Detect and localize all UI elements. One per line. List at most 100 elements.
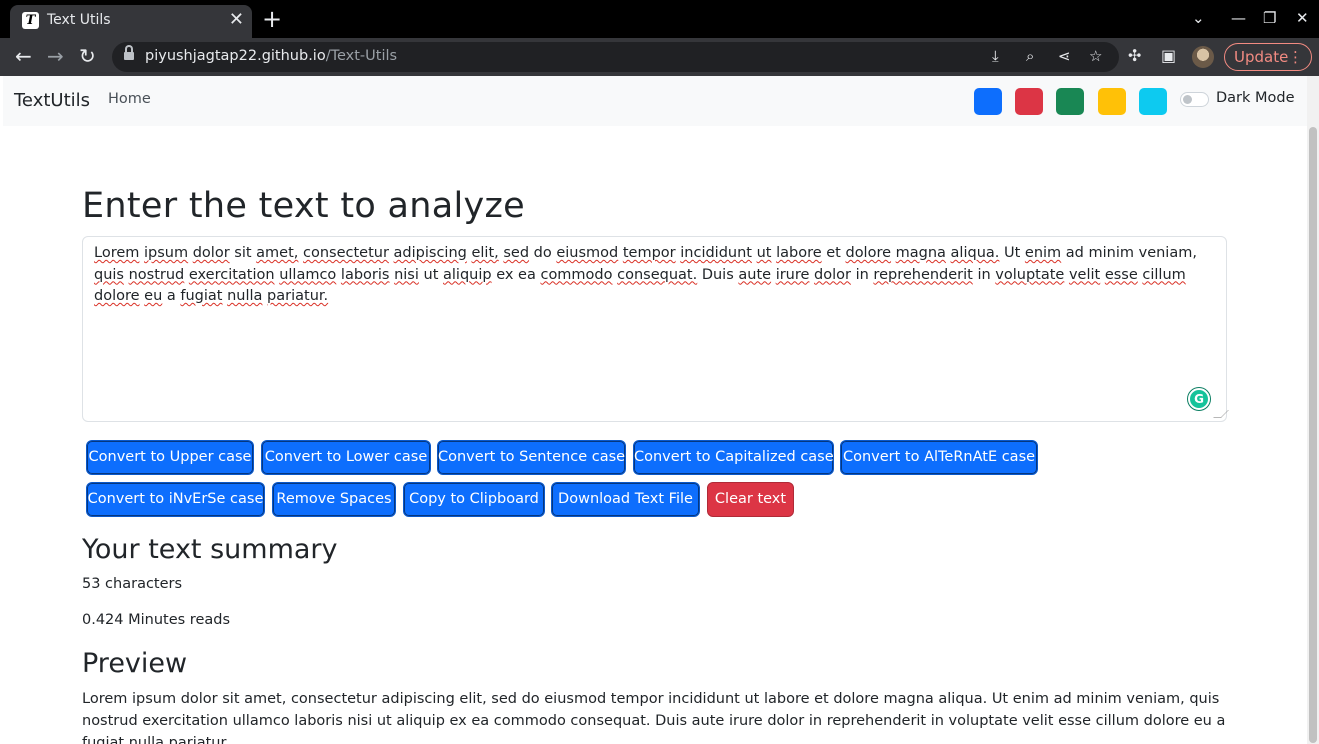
textarea-word: ex [496,266,514,283]
textarea-word: amet, [256,245,299,261]
textarea-word: quis [94,266,124,283]
tab-search-icon[interactable]: ⌄ [1192,8,1205,28]
textarea-word: laboris [340,266,390,283]
textarea-word: in [855,266,869,283]
theme-swatch-cyan[interactable] [1139,88,1167,115]
textarea-word: tempor [622,245,676,261]
textarea-word: minim [1088,245,1135,261]
textarea-word: voluptate [995,266,1065,283]
inverse-case-button[interactable]: Convert to iNvErSe case [86,482,265,517]
tab-title: Text Utils [47,12,111,28]
textarea-word: Ut [1004,245,1021,261]
textarea-word: enim [1024,245,1062,261]
textarea-word: eiusmod [556,245,619,261]
favicon-icon: T [22,12,39,29]
download-file-button[interactable]: Download Text File [551,482,700,517]
textarea-word: consequat. [617,266,698,283]
textarea-word: elit, [471,245,499,261]
textarea-word: magna [895,245,946,261]
textarea-word: sed [503,245,530,261]
alternate-case-button[interactable]: Convert to AlTeRnAtE case [840,440,1038,475]
url-text: piyushjagtap22.github.io/Text-Utils [145,48,398,64]
clear-text-button[interactable]: Clear text [707,482,794,517]
read-time: 0.424 Minutes reads [82,612,231,628]
textarea-word: incididunt [680,245,752,261]
install-icon[interactable]: ⤓ [992,47,999,65]
textarea-word: esse [1104,266,1138,283]
textarea-word: aliqua. [950,245,1000,261]
textarea-word: nostrud [128,266,185,283]
zoom-icon[interactable]: ⌕ [1026,47,1034,65]
close-window-button[interactable]: ✕ [1296,8,1309,28]
back-arrow-icon[interactable]: ← [15,45,32,67]
textarea-word: sit [234,245,252,261]
character-count: 53 characters [82,576,183,592]
textarea-word: adipiscing [393,245,467,261]
text-input[interactable]: Lorem ipsum dolor sit amet, consectetur … [82,236,1227,422]
close-tab-icon[interactable]: ✕ [229,9,244,31]
textarea-word: ut [756,245,772,261]
textarea-word: in [977,266,991,283]
share-icon[interactable]: ⋖ [1058,47,1071,65]
extensions-icon[interactable]: ✣ [1128,46,1141,65]
textarea-word: dolore [94,288,140,304]
toggle-knob [1183,95,1192,104]
new-tab-button[interactable]: + [262,6,282,32]
textarea-word: irure [775,266,810,283]
page-viewport: TextUtils Home Dark Mode Enter the text … [3,76,1307,744]
theme-swatch-blue[interactable] [974,88,1002,115]
textarea-word: Duis [701,266,734,283]
textarea-word: reprehenderit [873,266,973,283]
theme-swatch-red[interactable] [1015,88,1043,115]
theme-swatch-yellow[interactable] [1098,88,1126,115]
summary-heading: Your text summary [82,534,338,565]
textarea-word: veniam, [1138,245,1197,261]
textarea-word: pariatur. [267,288,329,304]
address-bar[interactable]: piyushjagtap22.github.io/Text-Utils ⤓ ⌕ … [112,42,1119,72]
nav-home-link[interactable]: Home [108,91,151,107]
update-button[interactable]: Update ⋮ [1224,43,1312,71]
textarea-word: ea [518,266,536,283]
preview-heading: Preview [82,648,188,679]
textarea-word: velit [1068,266,1101,283]
textarea-word: do [533,245,552,261]
textarea-word: consectetur [303,245,389,261]
textarea-word: dolor [814,266,851,283]
remove-spaces-button[interactable]: Remove Spaces [272,482,396,517]
browser-tab-strip: T Text Utils ✕ + ⌄ — ❐ ✕ [0,0,1319,38]
textarea-word: labore [776,245,822,261]
dark-mode-toggle[interactable] [1180,92,1209,107]
lower-case-button[interactable]: Convert to Lower case [261,440,431,475]
copy-clipboard-button[interactable]: Copy to Clipboard [403,482,545,517]
textarea-word: fugiat [180,288,223,304]
grammarly-icon[interactable] [1188,388,1210,410]
browser-tab[interactable]: T Text Utils ✕ [10,5,252,38]
forward-arrow-icon[interactable]: → [47,45,64,67]
lock-icon [124,45,134,62]
textarea-word: aliquip [443,266,492,283]
textarea-word: a [166,288,176,304]
textarea-word: commodo [540,266,613,283]
page-title: Enter the text to analyze [82,186,526,226]
sentence-case-button[interactable]: Convert to Sentence case [437,440,626,475]
upper-case-button[interactable]: Convert to Upper case [86,440,254,475]
textarea-word: et [826,245,841,261]
scrollbar-thumb[interactable] [1309,127,1317,743]
maximize-button[interactable]: ❐ [1263,8,1276,28]
capitalized-case-button[interactable]: Convert to Capitalized case [633,440,834,475]
minimize-button[interactable]: — [1231,8,1246,28]
brand-link[interactable]: TextUtils [14,90,90,111]
textarea-word: dolore [845,245,892,261]
profile-avatar[interactable] [1192,46,1214,68]
theme-swatch-green[interactable] [1056,88,1084,115]
reload-icon[interactable]: ↻ [79,45,96,67]
page-scrollbar[interactable] [1307,76,1319,744]
textarea-word: ad [1065,245,1084,261]
side-panel-icon[interactable]: ▣ [1161,46,1176,65]
textarea-word: cillum [1142,266,1186,283]
textarea-word: aute [738,266,772,283]
textarea-word: ipsum [144,245,189,261]
menu-dots-icon: ⋮ [1288,48,1303,66]
bookmark-star-icon[interactable]: ☆ [1089,47,1102,65]
preview-text: Lorem ipsum dolor sit amet, consectetur … [82,691,1226,744]
